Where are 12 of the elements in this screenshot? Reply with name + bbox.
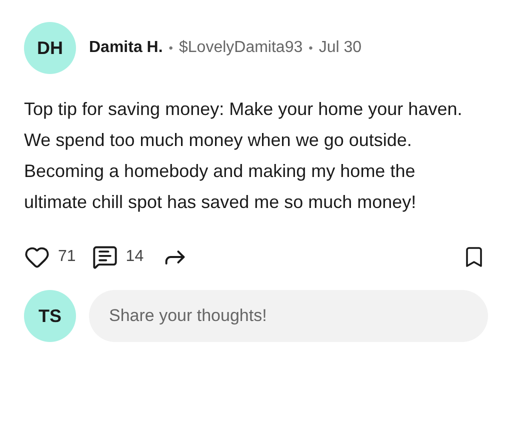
avatar: TS <box>24 290 76 342</box>
comment-button[interactable]: 14 <box>92 244 144 270</box>
post-body: Top tip for saving money: Make your home your haven. We spend too much money when we go outside. Becoming a homebody and making my home the ultimate chill spot has saved me so much money! <box>24 98 464 214</box>
author-name[interactable]: Damita H. <box>89 36 163 60</box>
separator: • <box>308 40 313 57</box>
comment-field[interactable]: Share your thoughts! <box>89 290 488 342</box>
comment-icon <box>92 244 118 270</box>
user-handle: $LovelyDamita93 <box>179 38 303 58</box>
like-button[interactable]: 71 <box>24 244 76 270</box>
post-date: Jul 30 <box>318 38 362 58</box>
avatar: DH <box>24 22 76 74</box>
separator: • <box>168 40 173 57</box>
